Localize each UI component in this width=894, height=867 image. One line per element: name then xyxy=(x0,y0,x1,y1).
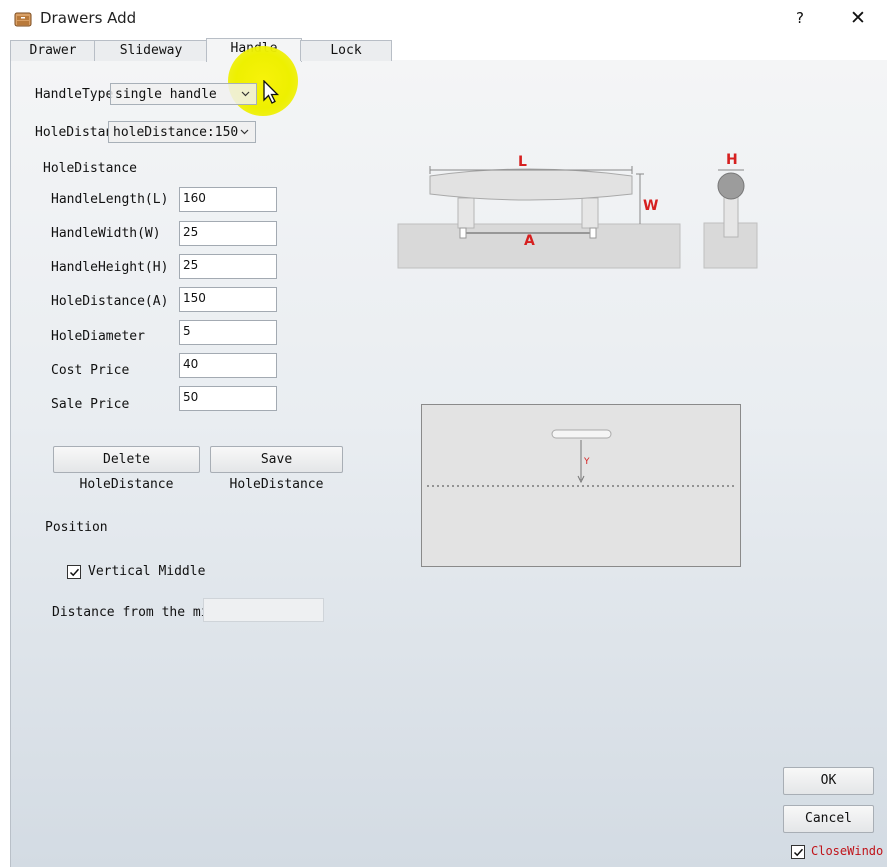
close-window-label: CloseWindo xyxy=(811,844,884,858)
hole-distance-select-label: HoleDistan xyxy=(35,125,114,140)
hole-distance-input[interactable]: 150 xyxy=(179,287,277,312)
cost-price-label: Cost Price xyxy=(51,363,130,378)
vertical-middle-checkbox[interactable] xyxy=(67,565,81,579)
distance-from-middle-label: Distance from the mi xyxy=(52,605,209,620)
check-icon xyxy=(69,568,80,577)
chevron-down-icon xyxy=(241,91,250,97)
distance-from-middle-input[interactable] xyxy=(203,598,324,622)
handle-height-input[interactable]: 25 xyxy=(179,254,277,279)
hole-diameter-label: HoleDiameter xyxy=(51,329,145,344)
save-hole-distance-button[interactable]: Save HoleDistance xyxy=(210,446,343,492)
delete-hole-distance-button[interactable]: Delete HoleDistance xyxy=(53,446,200,492)
handle-width-label: HandleWidth(W) xyxy=(51,226,161,241)
cost-price-input[interactable]: 40 xyxy=(179,353,277,378)
handle-width-input[interactable]: 25 xyxy=(179,221,277,246)
ok-button[interactable]: OK xyxy=(783,767,874,795)
position-diagram xyxy=(421,404,741,567)
window-title: Drawers Add xyxy=(40,9,137,27)
close-window-checkbox[interactable] xyxy=(791,845,805,859)
close-icon[interactable]: ✕ xyxy=(850,7,866,29)
hole-distance-select-value: holeDistance:150 xyxy=(113,125,239,140)
hole-distance-label-A: A xyxy=(524,233,535,249)
handle-end-view-diagram xyxy=(703,169,758,269)
position-title: Position xyxy=(45,520,108,535)
handle-type-value: single handle xyxy=(115,87,217,102)
sale-price-label: Sale Price xyxy=(51,397,130,412)
check-icon xyxy=(793,848,804,857)
tab-drawer[interactable]: Drawer xyxy=(10,40,96,61)
height-label-H: H xyxy=(726,152,738,168)
hole-distance-label: HoleDistance(A) xyxy=(51,294,169,309)
handle-type-select[interactable]: single handle xyxy=(110,83,257,105)
length-label-L: L xyxy=(518,154,527,170)
tab-slideway[interactable]: Slideway xyxy=(94,40,208,61)
drawer-app-icon xyxy=(14,12,32,27)
tab-lock[interactable]: Lock xyxy=(300,40,392,61)
hole-distance-select[interactable]: holeDistance:150 xyxy=(108,121,256,143)
vertical-middle-label: Vertical Middle xyxy=(88,564,206,579)
help-button[interactable]: ? xyxy=(796,9,804,27)
y-offset-label: Y xyxy=(584,457,590,467)
handle-type-label: HandleType xyxy=(35,87,114,102)
chevron-down-icon xyxy=(240,129,249,135)
hole-distance-group-title: HoleDistance xyxy=(43,161,137,176)
handle-height-label: HandleHeight(H) xyxy=(51,260,169,275)
title-bar: Drawers Add ? ✕ xyxy=(0,0,894,38)
sale-price-input[interactable]: 50 xyxy=(179,386,277,411)
hole-diameter-input[interactable]: 5 xyxy=(179,320,277,345)
handle-length-label: HandleLength(L) xyxy=(51,192,169,207)
drawers-add-window: Drawers Add ? ✕ Drawer Slideway Handle L… xyxy=(0,0,894,867)
width-label-W: W xyxy=(643,198,659,214)
mouse-cursor-icon xyxy=(263,80,280,104)
handle-length-input[interactable]: 160 xyxy=(179,187,277,212)
cancel-button[interactable]: Cancel xyxy=(783,805,874,833)
